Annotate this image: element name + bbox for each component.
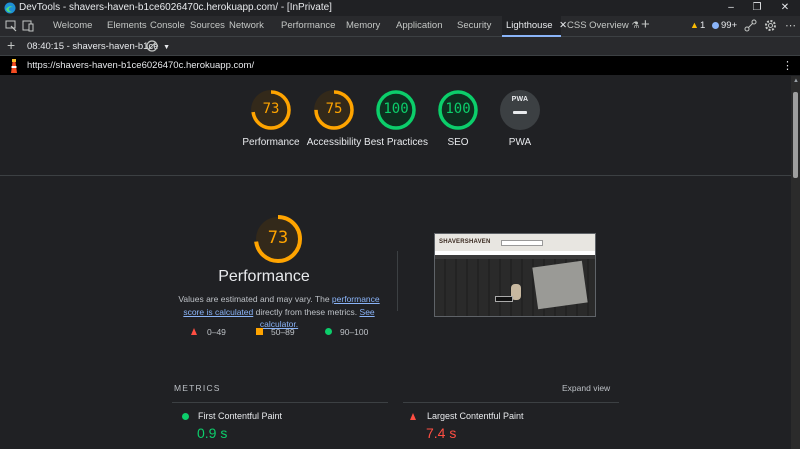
fcp-value: 0.9 s [197, 425, 228, 441]
note-text-2: directly from these metrics. [253, 306, 360, 317]
tab-css-overview-label: CSS Overview [567, 20, 629, 31]
gauge-score-value: PWA [511, 96, 529, 103]
performance-note: Values are estimated and may vary. The p… [172, 293, 386, 331]
tab-lighthouse[interactable]: Lighthouse ✕ [502, 16, 567, 37]
tab-css-overview[interactable]: CSS Overview ⚗ [567, 16, 639, 36]
issues-icon[interactable] [712, 22, 719, 29]
gauges-divider [0, 175, 791, 176]
issues-count[interactable]: 99+ [721, 20, 737, 31]
pwa-dash-icon [513, 111, 527, 114]
scrollbar-thumb[interactable] [793, 92, 798, 178]
tab-console[interactable]: Console [150, 16, 185, 36]
title-bar: DevTools - shavers-haven-b1ce6026470c.he… [0, 0, 800, 16]
tab-performance[interactable]: Performance [281, 16, 335, 36]
fcp-pass-icon [182, 413, 189, 420]
restore-button[interactable]: ❐ [744, 0, 770, 16]
page-screenshot-thumbnail[interactable]: SHAVERSHAVEN [434, 233, 596, 317]
expand-view-toggle[interactable]: Expand view [562, 383, 610, 393]
report-url-bar: https://shavers-haven-b1ce6026470c.herok… [0, 56, 800, 75]
device-toolbar-icon[interactable] [22, 20, 34, 32]
metrics-header: METRICS [174, 383, 221, 393]
thumb-brand: SHAVERSHAVEN [439, 239, 491, 245]
tab-network[interactable]: Network [229, 16, 264, 36]
tab-sources[interactable]: Sources [190, 16, 225, 36]
settings-gear-icon[interactable] [764, 19, 777, 32]
gauge-score-value: 100 [445, 101, 471, 117]
inspect-element-icon[interactable] [5, 20, 17, 32]
tab-welcome[interactable]: Welcome [53, 16, 92, 36]
warning-count[interactable]: 1 [700, 20, 705, 31]
clear-reports-icon[interactable] [146, 40, 158, 52]
thumb-search [501, 240, 543, 246]
chevron-down-icon: ▼ [163, 44, 171, 51]
report-scrollbar[interactable]: ▲ [791, 76, 800, 449]
experiment-flask-icon: ⚗ [631, 20, 640, 30]
lighthouse-report: 73 Performance 75 Accessibility 100 Best Prac… [0, 76, 791, 449]
section-separator [397, 251, 398, 311]
thumb-towel [532, 260, 588, 310]
close-window-button[interactable]: ✕ [772, 0, 798, 16]
edge-logo-icon [4, 2, 16, 14]
tab-application[interactable]: Application [396, 16, 442, 36]
audited-url[interactable]: https://shavers-haven-b1ce6026470c.herok… [27, 60, 254, 71]
thumb-cta [495, 296, 513, 302]
lcp-name: Largest Contentful Paint [427, 411, 524, 421]
report-selector-label: 08:40:15 - shavers-haven-b1ce [27, 41, 159, 52]
fcp-name: First Contentful Paint [198, 411, 283, 421]
gauge-score-value: 73 [262, 101, 280, 117]
tab-elements[interactable]: Elements [107, 16, 147, 36]
performance-heading: Performance [218, 268, 310, 285]
gauge-label: SEO [447, 137, 469, 148]
lighthouse-toolbar: + 08:40:15 - shavers-haven-b1ce ▼ [0, 37, 800, 56]
warning-icon[interactable]: ▲ [690, 20, 699, 30]
note-text-1: Values are estimated and may vary. The [178, 294, 332, 304]
lcp-fail-icon [410, 413, 416, 420]
tab-lighthouse-label: Lighthouse [506, 20, 553, 31]
gauge-label: Performance [242, 137, 300, 148]
gauge-label: Best Practices [364, 137, 428, 148]
performance-big-score: 73 [267, 228, 289, 248]
gauge-score-value: 75 [325, 101, 343, 117]
devtools-tab-bar: Welcome Elements Console Sources Network… [0, 16, 800, 37]
pass-circle-icon [325, 328, 332, 335]
metrics-divider-right [403, 402, 619, 403]
more-tabs-plus-icon[interactable]: + [641, 16, 650, 36]
more-options-icon[interactable]: ⋯ [785, 19, 796, 32]
fail-triangle-icon [191, 328, 197, 335]
gauge-label: Accessibility [306, 137, 362, 148]
gauge-label: PWA [508, 137, 532, 148]
metrics-divider-left [172, 402, 388, 403]
minimize-button[interactable]: – [718, 0, 744, 16]
legend-average-range: 50–89 [271, 327, 295, 337]
window-title: DevTools - shavers-haven-b1ce6026470c.he… [19, 2, 332, 13]
lcp-value: 7.4 s [426, 425, 457, 441]
legend-pass-range: 90–100 [340, 327, 369, 337]
legend-fail-range: 0–49 [207, 327, 226, 337]
scroll-up-icon[interactable]: ▲ [793, 78, 799, 84]
tab-security[interactable]: Security [457, 16, 491, 36]
report-menu-icon[interactable]: ⋮ [782, 59, 793, 72]
connections-icon[interactable] [744, 19, 757, 32]
tab-memory[interactable]: Memory [346, 16, 380, 36]
close-tab-icon[interactable]: ✕ [559, 20, 567, 31]
average-square-icon [256, 328, 263, 335]
gauge-score-value: 100 [383, 101, 409, 117]
new-report-plus-icon[interactable]: + [7, 37, 15, 53]
lighthouse-logo-icon [11, 59, 17, 73]
